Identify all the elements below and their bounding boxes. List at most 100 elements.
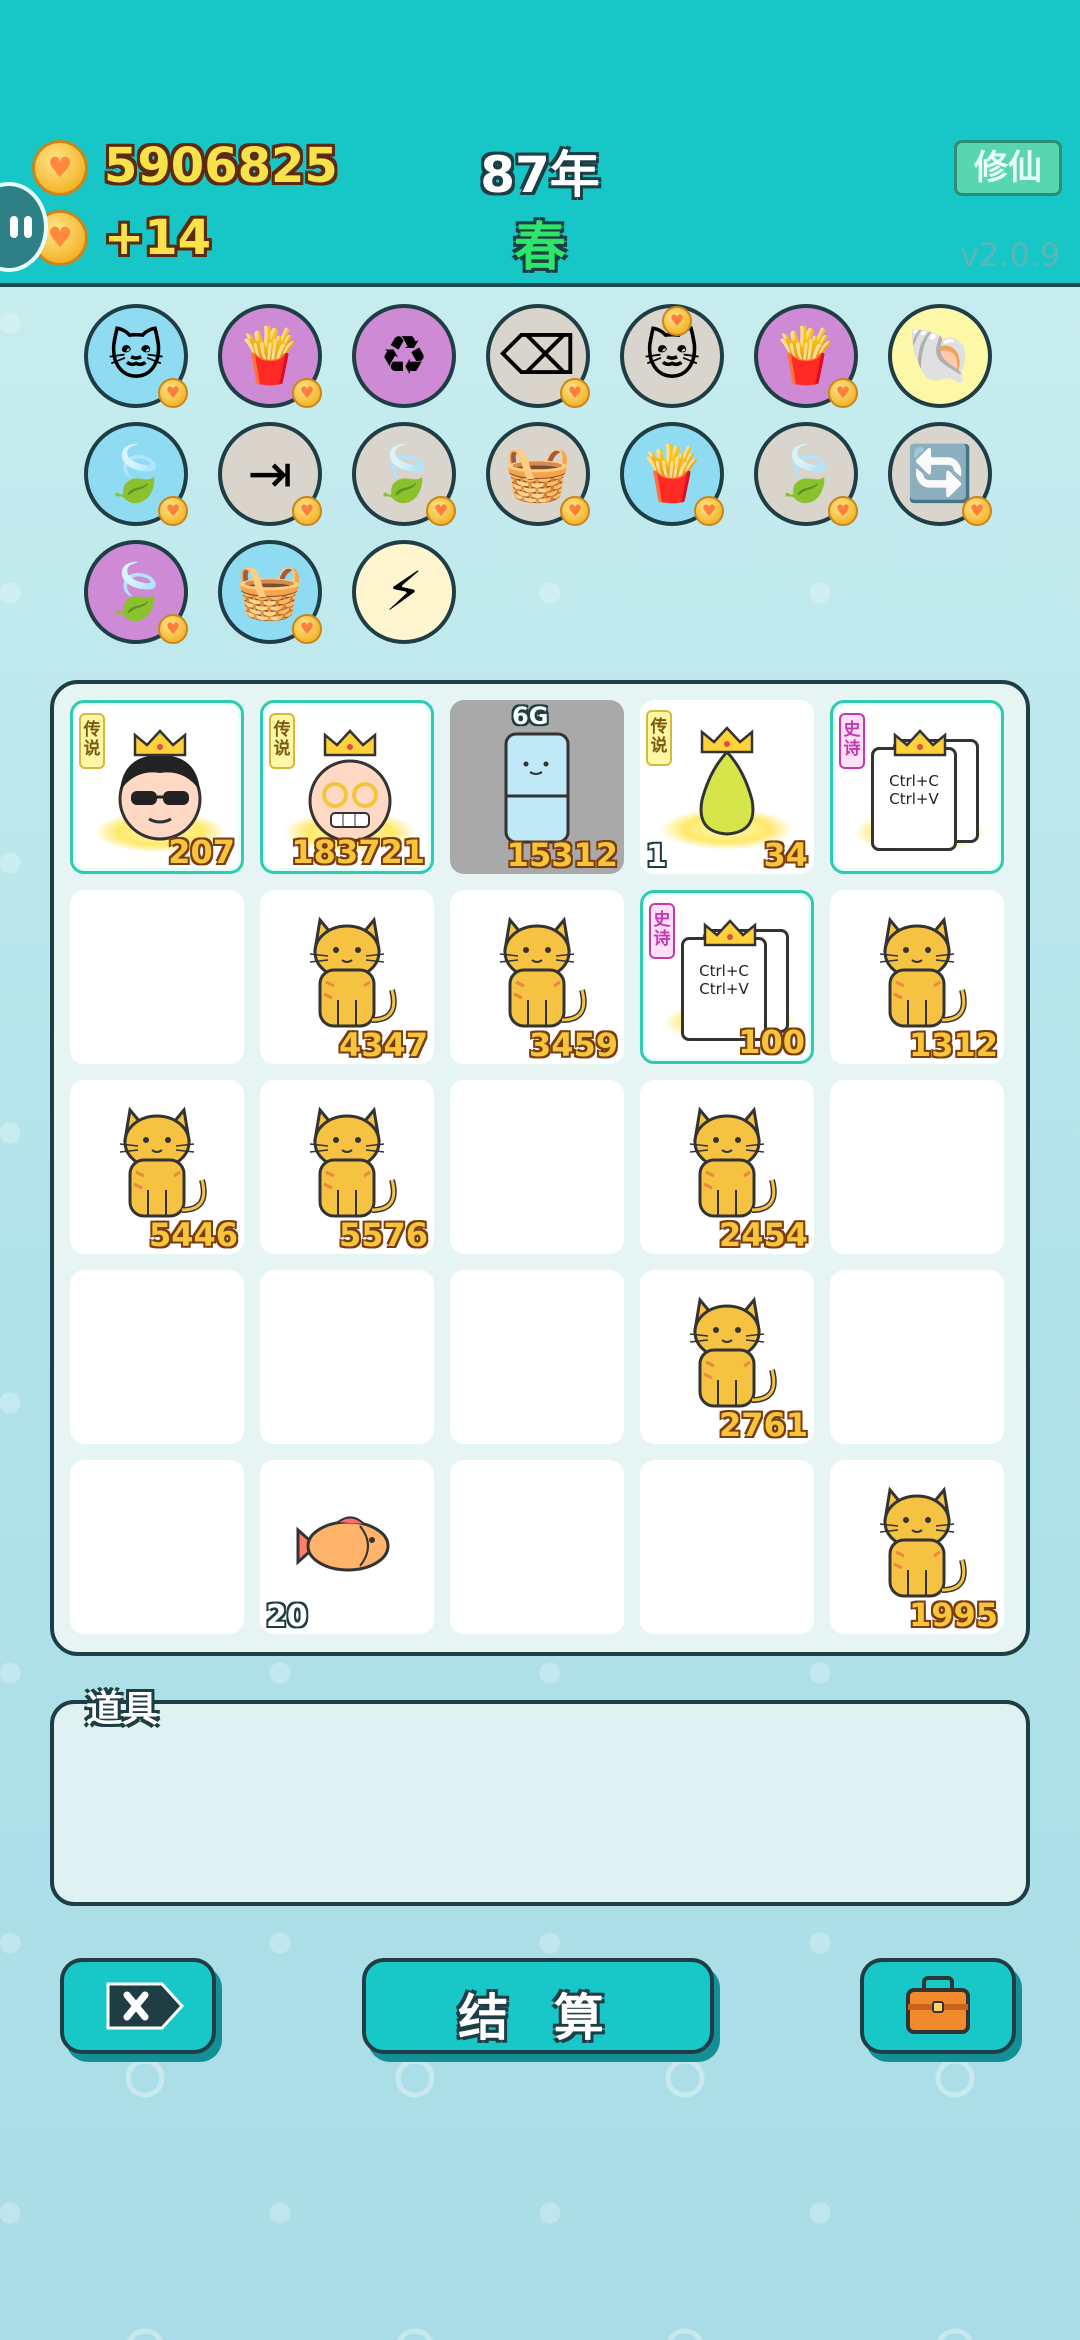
- cost-coin-icon: ♥: [828, 378, 858, 408]
- board-cell-cat[interactable]: 3459: [450, 890, 624, 1064]
- empty-board-cell[interactable]: [70, 890, 244, 1064]
- cost-coin-icon: ♥: [292, 614, 322, 644]
- empty-board-cell[interactable]: [830, 1270, 1004, 1444]
- board-cell-cat[interactable]: 2761: [640, 1270, 814, 1444]
- briefcase-icon: [906, 1976, 970, 2034]
- leaf-icon: 🍃: [102, 442, 170, 505]
- items-panel: [50, 1700, 1030, 1906]
- empty-board-cell[interactable]: [830, 1080, 1004, 1254]
- shell-icon: 🐚: [906, 324, 974, 387]
- skill-skip-button[interactable]: ⇥ ♥: [218, 422, 322, 526]
- board-cell-cat[interactable]: 2454: [640, 1080, 814, 1254]
- cost-coin-icon: ♥: [292, 496, 322, 526]
- board-cell-ctrl-doc[interactable]: Ctrl+C Ctrl+V 史诗: [830, 700, 1004, 874]
- board-cell-ctrl-doc[interactable]: Ctrl+C Ctrl+V 史诗 100: [640, 890, 814, 1064]
- cost-coin-icon: ♥: [662, 306, 692, 336]
- coin-income: +14: [104, 210, 212, 266]
- crown-icon: [323, 729, 377, 757]
- skill-refresh-button[interactable]: 🔄 ♥: [888, 422, 992, 526]
- item-sub-count: 1: [646, 839, 667, 874]
- empty-board-cell[interactable]: [70, 1460, 244, 1634]
- item-count: 34: [763, 836, 808, 874]
- lightning-icon: ⚡: [385, 560, 423, 623]
- fries-icon: 🍟: [772, 324, 840, 387]
- settle-button[interactable]: 结 算: [362, 1958, 714, 2054]
- remove-button[interactable]: [60, 1958, 216, 2054]
- skill-shell-button[interactable]: 🐚: [888, 304, 992, 408]
- crown-icon: [133, 729, 187, 757]
- skill-leaf-button[interactable]: 🍃 ♥: [84, 422, 188, 526]
- skill-fries-button[interactable]: 🍟 ♥: [218, 304, 322, 408]
- cost-coin-icon: ♥: [560, 496, 590, 526]
- empty-board-cell[interactable]: [450, 1270, 624, 1444]
- board-cell-cat[interactable]: 4347: [260, 890, 434, 1064]
- board-cell-fridge[interactable]: 6G 15312: [450, 700, 624, 874]
- skill-cat-portrait-button[interactable]: 🐱 ♥: [84, 304, 188, 408]
- document-text: Ctrl+C: [699, 962, 749, 980]
- skip-icon: ⇥: [247, 442, 293, 505]
- skill-leaf-button[interactable]: 🍃 ♥: [84, 540, 188, 644]
- settle-button-label: 结 算: [458, 1989, 618, 2047]
- cost-coin-icon: ♥: [158, 614, 188, 644]
- document-text: Ctrl+C: [889, 772, 939, 790]
- crown-icon: [703, 919, 757, 947]
- skill-fries-button[interactable]: 🍟 ♥: [754, 304, 858, 408]
- rarity-tag: 传说: [269, 713, 295, 769]
- coin-icon: [32, 140, 88, 196]
- items-panel-label: 道具: [86, 1689, 159, 1730]
- cost-coin-icon: ♥: [158, 378, 188, 408]
- item-count: 183721: [291, 833, 425, 871]
- cost-coin-icon: ♥: [426, 496, 456, 526]
- skill-leaf-button[interactable]: 🍃 ♥: [754, 422, 858, 526]
- board-cell-old-man[interactable]: 传说 183721: [260, 700, 434, 874]
- item-count: 4347: [338, 1026, 428, 1064]
- skill-fries-button[interactable]: 🍟 ♥: [620, 422, 724, 526]
- item-label: 6G: [512, 702, 549, 730]
- skill-fruit-basket-button[interactable]: 🧺 ♥: [218, 540, 322, 644]
- coin-balance: 5906825: [104, 138, 338, 194]
- item-count: 5576: [338, 1216, 428, 1254]
- empty-board-cell[interactable]: [450, 1460, 624, 1634]
- item-count: 1995: [908, 1596, 998, 1634]
- empty-board-cell[interactable]: [260, 1270, 434, 1444]
- board-cell-cat[interactable]: 1995: [830, 1460, 1004, 1634]
- skill-fruit-basket-button[interactable]: 🧺 ♥: [486, 422, 590, 526]
- game-year: 87年: [480, 146, 600, 204]
- skill-cat-swap-button[interactable]: 🐱 ♥: [620, 304, 724, 408]
- item-count: 15312: [506, 836, 618, 874]
- skill-leaf-button[interactable]: 🍃 ♥: [352, 422, 456, 526]
- empty-board-cell[interactable]: [450, 1080, 624, 1254]
- crown-icon: [700, 726, 754, 754]
- recycle-icon: ♻: [379, 324, 429, 387]
- board-cell-cat[interactable]: 5446: [70, 1080, 244, 1254]
- empty-board-cell[interactable]: [640, 1460, 814, 1634]
- skill-delete-key-button[interactable]: ⌫ ♥: [486, 304, 590, 408]
- leaf-icon: 🍃: [102, 560, 170, 623]
- fruit-basket-icon: 🧺: [504, 442, 572, 505]
- refresh-icon: 🔄: [906, 442, 974, 505]
- document-text: Ctrl+V: [889, 790, 939, 808]
- board-cell-fish[interactable]: 20: [260, 1460, 434, 1634]
- skill-recycle-button[interactable]: ♻: [352, 304, 456, 408]
- document-text: Ctrl+V: [699, 980, 749, 998]
- game-board: 传说 207 传说 183721 6G 15312 传说 34 1 Ctrl+C Ctrl+V…: [50, 680, 1030, 1656]
- cost-coin-icon: ♥: [292, 378, 322, 408]
- fries-icon: 🍟: [638, 442, 706, 505]
- board-cell-cool-man[interactable]: 传说 207: [70, 700, 244, 874]
- item-count: 207: [168, 833, 235, 871]
- item-count: 100: [738, 1023, 805, 1061]
- board-cell-pear[interactable]: 传说 34 1: [640, 700, 814, 874]
- skill-lightning-button[interactable]: ⚡: [352, 540, 456, 644]
- cost-coin-icon: ♥: [158, 496, 188, 526]
- item-sub-count: 20: [266, 1599, 308, 1634]
- empty-board-cell[interactable]: [70, 1270, 244, 1444]
- board-cell-cat[interactable]: 5576: [260, 1080, 434, 1254]
- board-cell-cat[interactable]: 1312: [830, 890, 1004, 1064]
- rarity-tag: 传说: [646, 710, 672, 766]
- item-count: 2454: [718, 1216, 808, 1254]
- leaf-icon: 🍃: [370, 442, 438, 505]
- backpack-button[interactable]: [860, 1958, 1016, 2054]
- rarity-tag: 传说: [79, 713, 105, 769]
- xiuxian-button[interactable]: 修仙: [954, 140, 1062, 196]
- cost-coin-icon: ♥: [560, 378, 590, 408]
